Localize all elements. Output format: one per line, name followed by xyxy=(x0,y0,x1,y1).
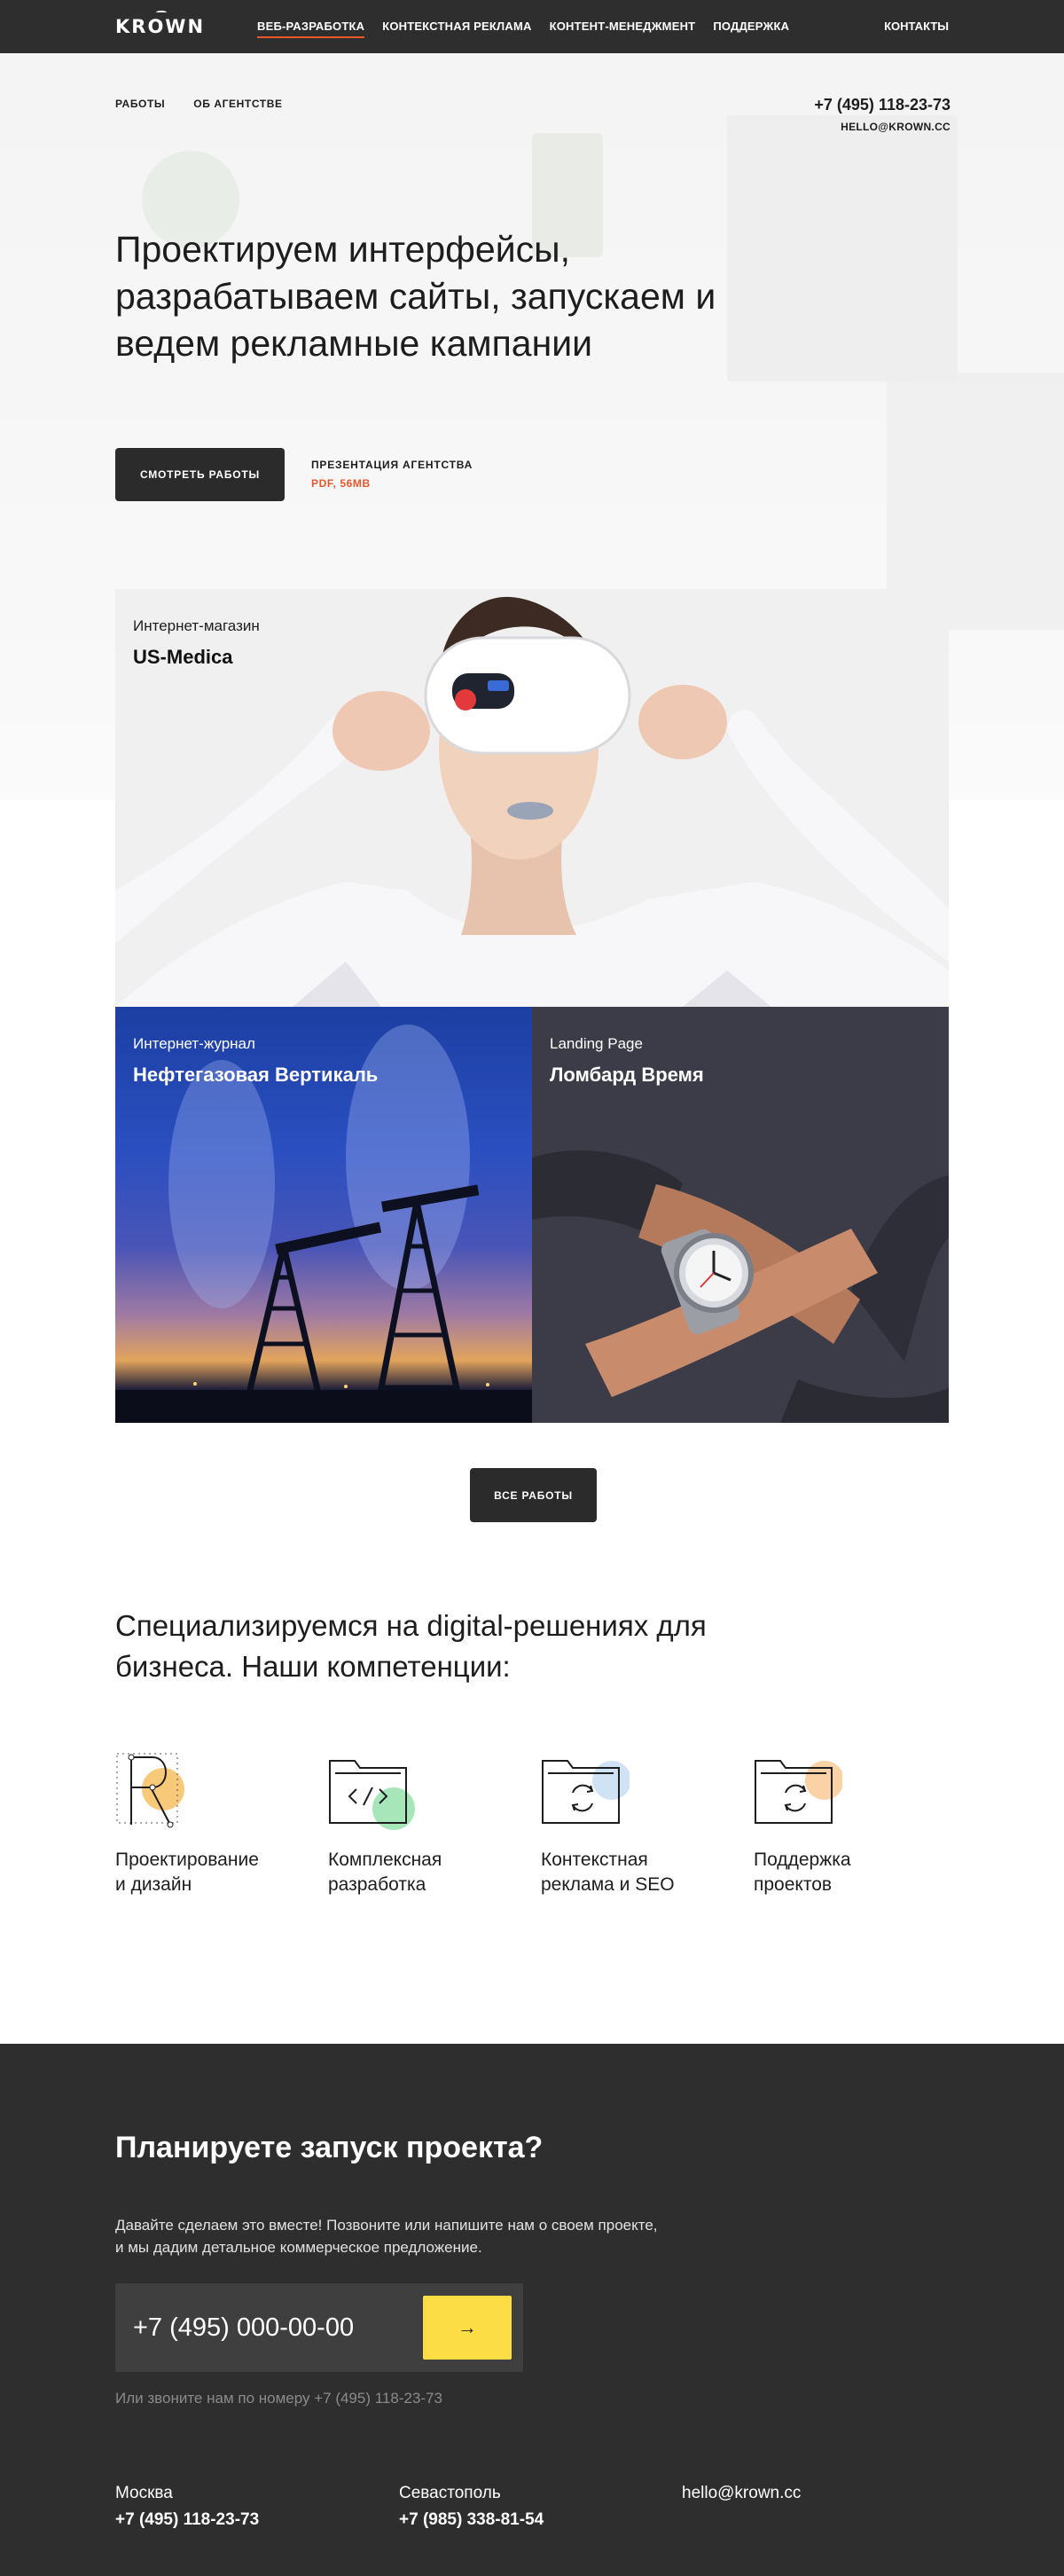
nav-content-management[interactable]: КОНТЕНТ-МЕНЕДЖМЕНТ xyxy=(550,20,696,38)
competencies-title: Специализируемся на digital-решениях для… xyxy=(115,1609,707,1683)
competency-label: Контекстная реклама и SEO xyxy=(541,1850,675,1895)
footer-email[interactable]: hello@krown.cc xyxy=(682,2484,801,2503)
top-navigation: KROWN ВЕБ-РАЗРАБОТКА КОНТЕКСТНАЯ РЕКЛАМА… xyxy=(0,0,1064,53)
agency-presentation-link[interactable]: ПРЕЗЕНТАЦИЯ АГЕНТСТВА xyxy=(311,459,473,471)
tile-project-name: Нефтегазовая Вертикаль xyxy=(133,1064,379,1086)
refresh-folder-icon xyxy=(755,1760,842,1824)
phone-form: → xyxy=(115,2283,523,2372)
portfolio-tile-us-medica[interactable]: Интернет-магазин US-Medica xyxy=(115,589,949,1007)
all-works-button[interactable]: ВСЕ РАБОТЫ xyxy=(470,1468,597,1522)
header-phone[interactable]: +7 (495) 118-23-73 xyxy=(814,96,951,114)
subnav-about[interactable]: ОБ АГЕНТСТВЕ xyxy=(193,98,282,110)
tile-project-name: Ломбард Время xyxy=(550,1064,704,1086)
design-icon xyxy=(116,1753,184,1828)
cta-description: Давайте сделаем это вместе! Позвоните ил… xyxy=(115,2217,658,2256)
office-phone[interactable]: +7 (985) 338-81-54 xyxy=(399,2510,544,2530)
footer-cta: Планируете запуск проекта? Давайте сдела… xyxy=(0,2044,1064,2576)
cta-title: Планируете запуск проекта? xyxy=(115,2131,544,2164)
sub-navigation: РАБОТЫ ОБ АГЕНТСТВЕ xyxy=(115,98,283,110)
tile-project-type: Landing Page xyxy=(550,1035,643,1052)
portfolio-tile-lombard[interactable]: Landing Page Ломбард Время xyxy=(532,1007,949,1423)
vr-headset-woman-image xyxy=(115,589,949,1007)
portfolio-tile-neftegaz[interactable]: Интернет-журнал Нефтегазовая Вертикаль xyxy=(115,1007,532,1423)
main-nav: ВЕБ-РАЗРАБОТКА КОНТЕКСТНАЯ РЕКЛАМА КОНТЕ… xyxy=(257,20,789,38)
office-moscow: Москва +7 (495) 118-23-73 xyxy=(115,2484,259,2530)
refresh-folder-icon xyxy=(542,1760,630,1824)
subnav-works[interactable]: РАБОТЫ xyxy=(115,98,165,110)
competency-context-seo[interactable]: Контекстная реклама и SEO xyxy=(541,1752,736,1897)
office-phone[interactable]: +7 (495) 118-23-73 xyxy=(115,2510,259,2530)
competency-label: Комплексная разработка xyxy=(328,1850,442,1895)
competency-development[interactable]: Комплексная разработка xyxy=(328,1752,523,1897)
competency-design[interactable]: Проектирование и дизайн xyxy=(115,1752,310,1897)
logo-accent xyxy=(156,11,167,14)
nav-web-development[interactable]: ВЕБ-РАЗРАБОТКА xyxy=(257,20,365,38)
submit-phone-button[interactable]: → xyxy=(423,2296,512,2360)
competency-support[interactable]: Поддержка проектов xyxy=(754,1752,949,1897)
code-folder-icon xyxy=(329,1760,415,1830)
tile-project-name: US-Medica xyxy=(133,646,233,668)
nav-contacts[interactable]: КОНТАКТЫ xyxy=(884,20,949,33)
tile-project-type: Интернет-магазин xyxy=(133,617,260,634)
nav-support[interactable]: ПОДДЕРЖКА xyxy=(713,20,789,38)
alternative-call-text: Или звоните нам по номеру +7 (495) 118-2… xyxy=(115,2390,442,2407)
view-works-button[interactable]: СМОТРЕТЬ РАБОТЫ xyxy=(115,448,285,501)
office-city: Севастополь xyxy=(399,2484,501,2502)
krown-logo[interactable]: KROWN xyxy=(115,16,205,37)
office-city: Москва xyxy=(115,2484,173,2502)
nav-context-ads[interactable]: КОНТЕКСТНАЯ РЕКЛАМА xyxy=(382,20,531,38)
competency-label: Поддержка проектов xyxy=(754,1850,851,1895)
hero-title: Проектируем интерфейсы, разрабатываем са… xyxy=(115,229,716,364)
header-email[interactable]: HELLO@KROWN.CC xyxy=(841,121,951,133)
portfolio-grid: Интернет-магазин US-Medica Интернет-журн… xyxy=(115,589,949,1423)
office-sevastopol: Севастополь +7 (985) 338-81-54 xyxy=(399,2484,544,2530)
phone-input[interactable] xyxy=(133,2310,417,2345)
presentation-file-info: PDF, 56MB xyxy=(311,477,371,490)
tile-project-type: Интернет-журнал xyxy=(133,1035,255,1052)
arrow-right-icon: → xyxy=(458,2316,477,2338)
competency-label: Проектирование и дизайн xyxy=(115,1850,259,1895)
